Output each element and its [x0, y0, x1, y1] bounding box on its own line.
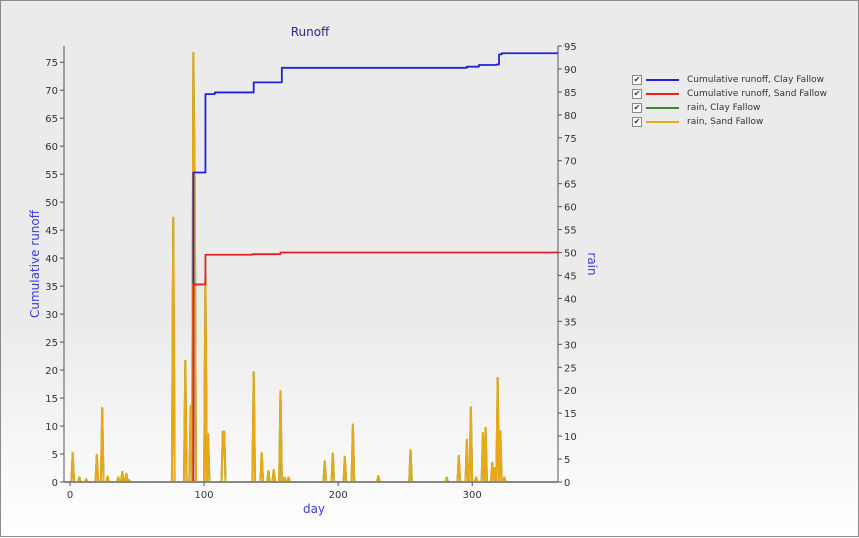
y-left-tick-label: 30: [45, 310, 58, 321]
legend-item[interactable]: ✔ Cumulative runoff, Clay Fallow: [632, 73, 827, 87]
y-left-tick-label: 5: [52, 450, 58, 461]
y-right-tick-label: 60: [564, 203, 577, 214]
y-left-tick-label: 35: [45, 282, 58, 293]
series-line-cumulative-runoff-clay-fallow: [70, 52, 558, 483]
y-right-tick-label: 85: [564, 88, 577, 99]
y-left-tick-label: 45: [45, 226, 58, 237]
y-right-tick-label: 15: [564, 409, 577, 420]
y-left-tick-label: 0: [52, 478, 58, 489]
y-right-tick-label: 80: [564, 111, 577, 122]
y-left-tick-label: 50: [45, 198, 58, 209]
y-left-tick-label: 20: [45, 366, 58, 377]
y-left-tick-label: 40: [45, 254, 58, 265]
legend-label: Cumulative runoff, Sand Fallow: [687, 89, 828, 99]
chart-title: Runoff: [291, 25, 330, 39]
y-left-tick-label: 15: [45, 394, 58, 405]
y-left-tick-label: 75: [45, 58, 58, 69]
series-line-rain-clay-fallow: [70, 51, 558, 483]
y-right-tick-label: 90: [564, 65, 577, 76]
x-axis-label: day: [303, 502, 325, 516]
y-left-tick-label: 55: [45, 170, 58, 181]
y-axis-right-label: rain: [585, 252, 599, 275]
y-right-tick-label: 35: [564, 317, 577, 328]
legend-label: rain, Sand Fallow: [687, 117, 764, 127]
legend-checkbox[interactable]: ✔: [632, 117, 642, 127]
y-left-tick-label: 65: [45, 114, 58, 125]
y-right-tick-label: 25: [564, 363, 577, 374]
y-right-tick-label: 10: [564, 432, 577, 443]
y-right-tick-label: 30: [564, 340, 577, 351]
y-right-tick-label: 5: [564, 455, 570, 466]
y-left-tick-label: 25: [45, 338, 58, 349]
y-right-tick-label: 40: [564, 294, 577, 305]
legend-item[interactable]: ✔ rain, Sand Fallow: [632, 115, 827, 129]
x-tick-label: 0: [67, 490, 73, 501]
legend-checkbox[interactable]: ✔: [632, 75, 642, 85]
y-right-tick-label: 0: [564, 478, 570, 489]
legend-swatch: [646, 121, 679, 123]
legend-checkbox[interactable]: ✔: [632, 89, 642, 99]
x-tick-label: 200: [329, 490, 348, 501]
series-line-rain-sand-fallow: [70, 51, 558, 483]
y-left-tick-label: 60: [45, 142, 58, 153]
y-right-tick-label: 20: [564, 386, 577, 397]
y-left-tick-label: 70: [45, 86, 58, 97]
y-right-tick-label: 45: [564, 271, 577, 282]
y-axis-left-label: Cumulative runoff: [28, 209, 42, 318]
chart-panel: Runoff 0 100 200 300 0 5 10 15 20 25 30 35 40 45 50 55 6…: [0, 0, 859, 537]
y-right-tick-label: 50: [564, 249, 577, 260]
legend-item[interactable]: ✔ rain, Clay Fallow: [632, 101, 827, 115]
legend-swatch: [646, 93, 679, 95]
x-tick-label: 300: [463, 490, 482, 501]
x-tick-label: 100: [195, 490, 214, 501]
y-right-tick-label: 55: [564, 226, 577, 237]
y-left-tick-label: 10: [45, 422, 58, 433]
legend-label: rain, Clay Fallow: [687, 103, 761, 113]
y-right-tick-label: 75: [564, 134, 577, 145]
legend-swatch: [646, 79, 679, 81]
legend-checkbox[interactable]: ✔: [632, 103, 642, 113]
y-right-tick-label: 95: [564, 42, 577, 53]
legend-swatch: [646, 107, 679, 109]
legend-item[interactable]: ✔ Cumulative runoff, Sand Fallow: [632, 87, 827, 101]
y-right-tick-label: 65: [564, 180, 577, 191]
legend-label: Cumulative runoff, Clay Fallow: [687, 75, 824, 85]
y-right-tick-label: 70: [564, 157, 577, 168]
legend: ✔ Cumulative runoff, Clay Fallow ✔ Cumulat…: [632, 73, 827, 129]
